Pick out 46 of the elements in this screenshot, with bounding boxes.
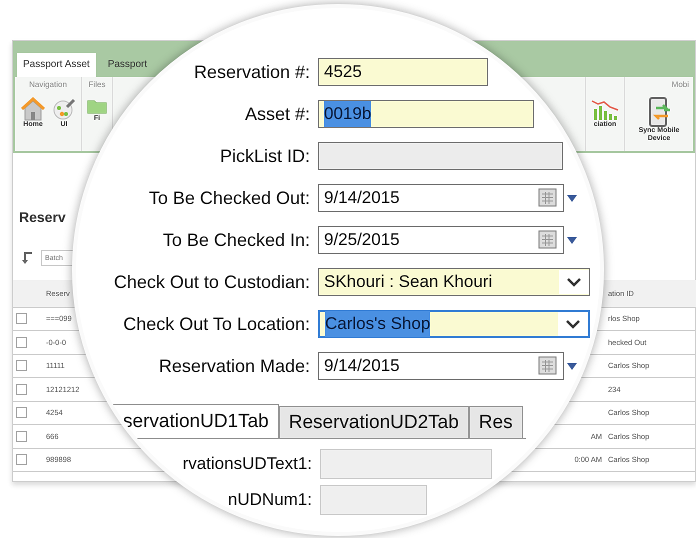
form-tab[interactable]: Res bbox=[468, 406, 523, 438]
group-label: Navigation bbox=[29, 80, 67, 90]
row-checkbox[interactable] bbox=[16, 407, 27, 418]
dropdown-caret-icon[interactable] bbox=[567, 236, 577, 244]
row-checkbox[interactable] bbox=[16, 384, 27, 395]
corner-arrow-icon[interactable] bbox=[21, 251, 33, 265]
chevron-down-icon[interactable] bbox=[558, 312, 588, 336]
field-label: nUDNum1: bbox=[228, 489, 312, 512]
field-label: rvationsUDText1: bbox=[182, 453, 312, 476]
field-label: Check Out To Location: bbox=[123, 312, 310, 336]
field-label: PickList ID: bbox=[220, 144, 310, 168]
date-field[interactable]: 9/14/2015 bbox=[318, 184, 564, 212]
calendar-icon[interactable] bbox=[538, 230, 558, 250]
combo-field[interactable]: SKhouri : Sean Khouri bbox=[318, 268, 590, 296]
palette-icon bbox=[52, 97, 76, 121]
row-checkbox[interactable] bbox=[16, 360, 27, 372]
row-checkbox[interactable] bbox=[16, 430, 27, 442]
dropdown-caret-icon[interactable] bbox=[567, 194, 577, 202]
field-label: Reservation #: bbox=[194, 60, 310, 84]
page-title: Reserv bbox=[19, 208, 66, 227]
field-label: To Be Checked Out: bbox=[148, 186, 310, 210]
field-label: Check Out to Custodian: bbox=[114, 270, 310, 294]
ribbon-tab[interactable]: Passport Asset bbox=[17, 53, 96, 77]
calendar-icon[interactable] bbox=[538, 356, 558, 376]
text-field[interactable]: 4525 bbox=[318, 58, 488, 86]
date-field[interactable]: 9/25/2015 bbox=[318, 226, 564, 254]
group-label: Files bbox=[88, 80, 106, 90]
chevron-down-icon[interactable] bbox=[559, 270, 589, 294]
phone-sync-icon bbox=[647, 97, 671, 127]
readonly-field[interactable] bbox=[320, 449, 492, 479]
row-checkbox[interactable] bbox=[16, 454, 27, 466]
calendar-icon[interactable] bbox=[538, 188, 558, 208]
home-icon bbox=[20, 97, 46, 121]
row-checkbox[interactable] bbox=[16, 313, 27, 324]
text-field[interactable]: 0019b bbox=[318, 100, 534, 128]
field-label: To Be Checked In: bbox=[162, 228, 310, 252]
group-label: Mobi bbox=[672, 80, 689, 90]
row-checkbox[interactable] bbox=[16, 336, 27, 348]
field-label: Reservation Made: bbox=[158, 354, 310, 378]
readonly-field[interactable] bbox=[320, 485, 427, 515]
dropdown-caret-icon[interactable] bbox=[567, 362, 577, 370]
date-field[interactable]: 9/14/2015 bbox=[318, 352, 564, 380]
form-tab[interactable]: ReservationUD2Tab bbox=[278, 406, 469, 438]
combo-field[interactable]: Carlos's Shop bbox=[318, 310, 590, 338]
readonly-field[interactable] bbox=[318, 142, 563, 170]
field-label: Asset #: bbox=[244, 102, 310, 126]
